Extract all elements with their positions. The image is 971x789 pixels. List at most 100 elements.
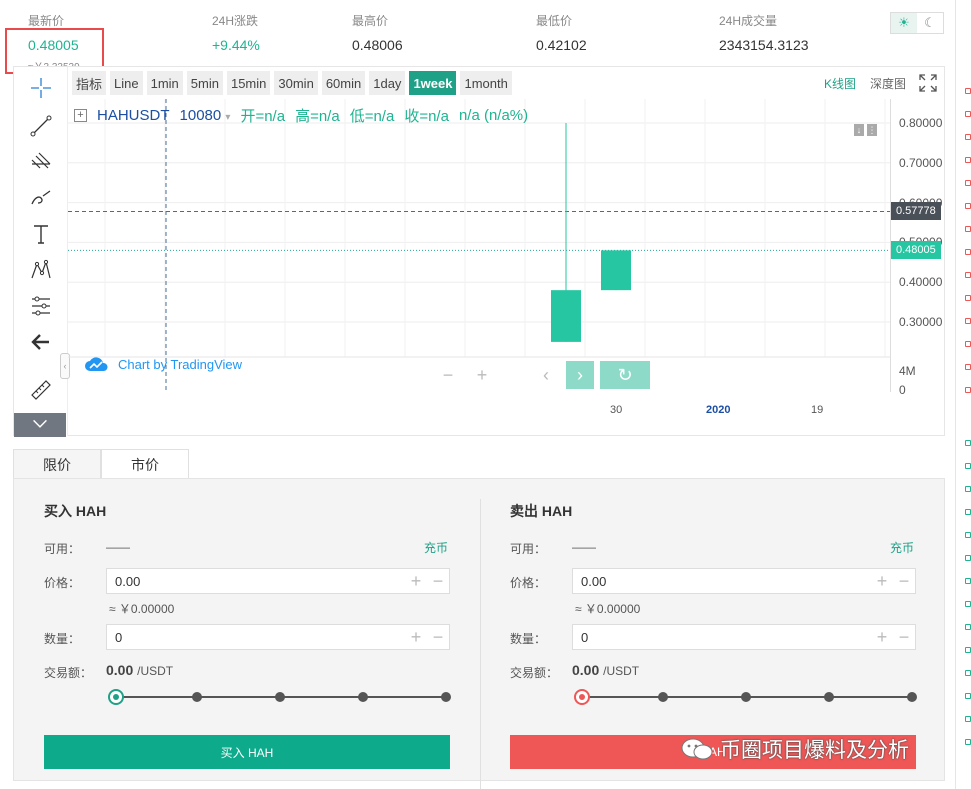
orderbook-ask-marker xyxy=(965,111,971,117)
buy-qty-input[interactable]: 0 + − xyxy=(106,624,450,650)
crosshair-price-tag: 0.57778 xyxy=(891,202,941,221)
series-more-icon[interactable]: ⋮ xyxy=(867,124,877,136)
slider-knob-0[interactable] xyxy=(108,689,124,705)
sell-price-value[interactable]: 0.00 xyxy=(573,574,871,589)
buy-percent-slider[interactable] xyxy=(108,689,451,705)
buy-price-minus-icon[interactable]: − xyxy=(427,571,449,592)
change-label: 24H涨跌 xyxy=(212,14,259,28)
crosshair-icon[interactable] xyxy=(26,73,56,103)
buy-deposit-link[interactable]: 充币 xyxy=(424,539,448,556)
series-down-icon[interactable]: ↓ xyxy=(854,124,864,136)
buy-price-input[interactable]: 0.00 + − xyxy=(106,568,450,594)
interval-1week[interactable]: 1week xyxy=(409,71,457,95)
resolution-dropdown-icon[interactable]: ▾ xyxy=(225,112,230,123)
interval-15min[interactable]: 15min xyxy=(226,71,271,95)
reset-icon[interactable]: ↻ xyxy=(600,361,650,389)
sell-price-plus-icon[interactable]: + xyxy=(871,571,893,592)
slider-knob-75[interactable] xyxy=(824,692,834,702)
brush-icon[interactable] xyxy=(26,183,56,213)
magnet-icon[interactable] xyxy=(14,413,66,437)
buy-amount-unit: /USDT xyxy=(137,664,174,678)
orderbook-bid-marker xyxy=(965,532,971,538)
candlestick-plot[interactable] xyxy=(68,99,890,392)
time-tick-label: 19 xyxy=(811,404,824,416)
price-tick-label: 0.80000 xyxy=(899,116,943,130)
sun-icon[interactable]: ☀ xyxy=(891,13,917,33)
sell-qty-minus-icon[interactable]: − xyxy=(893,627,915,648)
tab-depth[interactable]: 深度图 xyxy=(870,75,906,92)
scroll-right-icon[interactable]: › xyxy=(566,361,594,389)
buy-qty-minus-icon[interactable]: − xyxy=(427,627,449,648)
tab-market[interactable]: 市价 xyxy=(101,449,189,479)
orderbook-bid-marker xyxy=(965,486,971,492)
fib-tool-icon[interactable] xyxy=(26,147,56,177)
interval-60min[interactable]: 60min xyxy=(321,71,366,95)
buy-price-approx: ≈ ￥0.00000 xyxy=(109,602,175,616)
slider-knob-50[interactable] xyxy=(275,692,285,702)
slider-knob-75[interactable] xyxy=(358,692,368,702)
sell-amount-label: 交易额： xyxy=(510,666,559,680)
interval-1day[interactable]: 1day xyxy=(369,71,406,95)
orderbook-bid-marker xyxy=(965,578,971,584)
interval-1min[interactable]: 1min xyxy=(146,71,183,95)
candle-body xyxy=(601,250,631,291)
orderbook-bid-marker xyxy=(965,647,971,653)
interval-line[interactable]: Line xyxy=(110,71,143,95)
trend-line-icon[interactable] xyxy=(26,111,56,141)
interval-1month[interactable]: 1month xyxy=(460,71,512,95)
back-arrow-icon[interactable] xyxy=(26,327,56,357)
fullscreen-icon[interactable] xyxy=(919,74,937,92)
slider-knob-25[interactable] xyxy=(192,692,202,702)
sell-deposit-link[interactable]: 充币 xyxy=(890,539,914,556)
high-label: 最高价 xyxy=(352,14,389,28)
ruler-icon[interactable] xyxy=(26,375,56,405)
tab-kline[interactable]: K线图 xyxy=(824,75,856,92)
price-tick-label: 0.30000 xyxy=(899,315,943,329)
time-axis[interactable]: 30 2020 19 xyxy=(68,392,946,436)
last-price-label: 最新价 xyxy=(28,14,65,28)
wechat-watermark: 币圈项目爆料及分析 xyxy=(680,734,909,764)
legend-resolution-value: 10080 xyxy=(179,107,222,124)
indicators-button[interactable]: 指标 xyxy=(72,71,107,95)
zoom-in-icon[interactable]: + xyxy=(468,361,496,389)
sell-qty-value[interactable]: 0 xyxy=(573,630,871,645)
tradingview-watermark[interactable]: Chart by TradingView xyxy=(84,355,242,373)
sell-qty-input[interactable]: 0 + − xyxy=(572,624,916,650)
orderbook-ask-marker xyxy=(965,318,971,324)
slider-knob-50[interactable] xyxy=(741,692,751,702)
text-icon[interactable] xyxy=(26,219,56,249)
pattern-icon[interactable] xyxy=(26,255,56,285)
ticker-volume: 24H成交量 2343154.3123 xyxy=(719,12,809,53)
tab-limit[interactable]: 限价 xyxy=(13,449,101,479)
buy-qty-plus-icon[interactable]: + xyxy=(405,627,427,648)
sell-percent-slider[interactable] xyxy=(574,689,917,705)
moon-icon[interactable]: ☾ xyxy=(917,13,943,33)
interval-5min[interactable]: 5min xyxy=(186,71,223,95)
buy-price-plus-icon[interactable]: + xyxy=(405,571,427,592)
interval-30min[interactable]: 30min xyxy=(274,71,318,95)
buy-button[interactable]: 买入 HAH xyxy=(44,735,450,769)
orderbook-ask-marker xyxy=(965,180,971,186)
interval-bar: 指标 Line 1min 5min 15min 30min 60min 1day… xyxy=(72,71,512,95)
scroll-left-icon[interactable]: ‹ xyxy=(532,361,560,389)
price-axis[interactable]: 0.800000.700000.600000.500000.400000.300… xyxy=(890,99,946,397)
sell-qty-plus-icon[interactable]: + xyxy=(871,627,893,648)
slider-knob-100[interactable] xyxy=(907,692,917,702)
sell-available: —— xyxy=(572,540,596,554)
sell-price-minus-icon[interactable]: − xyxy=(893,571,915,592)
zoom-out-icon[interactable]: − xyxy=(434,361,462,389)
volume-value: 2343154.3123 xyxy=(719,37,809,53)
prediction-icon[interactable] xyxy=(26,291,56,321)
drawing-toolbar xyxy=(14,67,68,437)
buy-price-value[interactable]: 0.00 xyxy=(107,574,405,589)
legend-high: 高=n/a xyxy=(295,108,340,125)
orderbook-bid-marker xyxy=(965,440,971,446)
sell-price-input[interactable]: 0.00 + − xyxy=(572,568,916,594)
buy-qty-value[interactable]: 0 xyxy=(107,630,405,645)
slider-knob-25[interactable] xyxy=(658,692,668,702)
theme-toggle[interactable]: ☀ ☾ xyxy=(890,12,944,34)
expand-icon[interactable]: + xyxy=(74,109,87,122)
slider-knob-0[interactable] xyxy=(574,689,590,705)
slider-knob-100[interactable] xyxy=(441,692,451,702)
